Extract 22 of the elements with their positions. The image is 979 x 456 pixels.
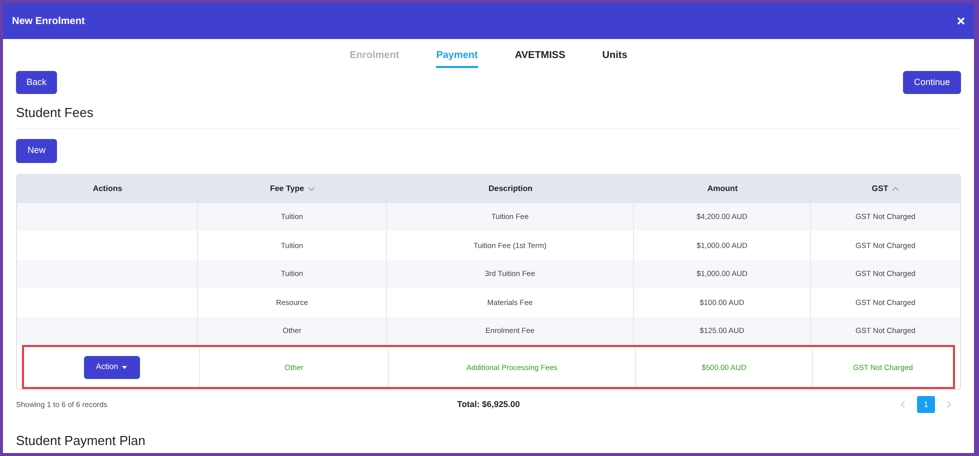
continue-button[interactable]: Continue bbox=[903, 71, 961, 94]
previous-icon[interactable] bbox=[901, 401, 905, 408]
close-icon bbox=[957, 17, 965, 25]
total-amount: Total: $6,925.00 bbox=[457, 398, 520, 412]
column-header[interactable]: Amount bbox=[707, 182, 738, 195]
action-dropdown-button[interactable]: Action bbox=[84, 356, 140, 379]
section-title: Student Fees bbox=[16, 105, 94, 120]
close-button[interactable] bbox=[957, 17, 965, 25]
column-header[interactable]: Fee Type bbox=[270, 182, 304, 195]
sort-down-icon[interactable] bbox=[308, 186, 316, 191]
section-title: Student Payment Plan bbox=[16, 433, 146, 448]
back-button[interactable]: Back bbox=[16, 71, 57, 94]
next-icon[interactable] bbox=[947, 401, 951, 408]
column-header[interactable]: GST bbox=[872, 182, 888, 195]
new-button[interactable]: New bbox=[16, 138, 57, 163]
sort-up-icon[interactable] bbox=[892, 186, 900, 191]
tab[interactable]: Units bbox=[602, 48, 628, 68]
column-header[interactable]: Actions bbox=[92, 182, 122, 195]
column-header[interactable]: Description bbox=[488, 182, 532, 195]
caret-icon bbox=[122, 366, 128, 369]
tab[interactable]: AVETMISS bbox=[514, 48, 566, 68]
window-title: New Enrolment bbox=[12, 14, 85, 28]
